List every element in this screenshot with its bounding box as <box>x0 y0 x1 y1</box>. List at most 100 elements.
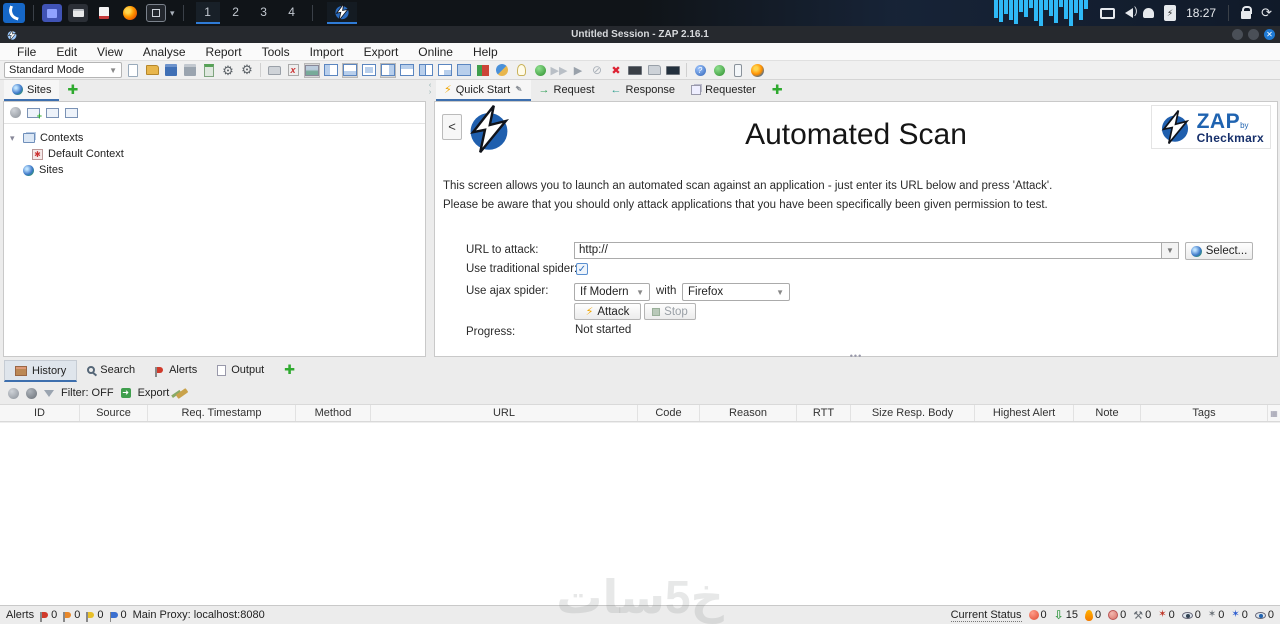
menu-edit[interactable]: Edit <box>47 45 86 59</box>
menu-online[interactable]: Online <box>409 45 462 59</box>
workspace-app-icon[interactable] <box>42 4 62 22</box>
ajax-spider-select[interactable]: If Modern ▼ <box>574 283 650 301</box>
tab-requester[interactable]: Requester <box>683 80 764 101</box>
new-session-icon[interactable] <box>125 63 141 78</box>
status-proxy-eye[interactable]: 0 <box>1181 609 1201 621</box>
pin-icon[interactable]: ✒ <box>512 83 525 97</box>
layout-full-icon[interactable] <box>456 63 472 78</box>
menu-view[interactable]: View <box>88 45 132 59</box>
filter-funnel-icon[interactable] <box>44 389 54 397</box>
scope-toggle-icon[interactable] <box>8 387 19 399</box>
status-fuzzer[interactable]: 0 <box>1084 609 1101 621</box>
tree-item-default-context[interactable]: ✱ Default Context <box>10 146 425 162</box>
text-editor-icon[interactable] <box>94 4 114 22</box>
status-access-control[interactable]: ⚒ 0 <box>1133 609 1151 622</box>
mode-select[interactable]: Standard Mode ▼ <box>4 62 122 78</box>
layout-left-icon[interactable] <box>323 63 339 78</box>
volume-icon[interactable] <box>1125 6 1137 18</box>
tab-history[interactable]: History <box>4 360 78 382</box>
layout-compact-icon[interactable] <box>361 63 377 78</box>
file-manager-icon[interactable] <box>68 4 88 22</box>
window-titlebar[interactable]: Untitled Session - ZAP 2.16.1 ✕ <box>0 26 1280 43</box>
clear-broom-icon[interactable] <box>176 387 189 399</box>
battery-icon[interactable]: ⚡ <box>1164 5 1177 21</box>
add-tab-button[interactable]: ✚ <box>764 80 791 101</box>
open-session-icon[interactable] <box>144 63 160 78</box>
layout-right-icon[interactable] <box>380 62 396 78</box>
persist-session-icon[interactable] <box>201 63 217 78</box>
maximize-button[interactable] <box>1248 29 1259 40</box>
display-icon[interactable] <box>1100 7 1116 19</box>
menu-analyse[interactable]: Analyse <box>134 45 195 59</box>
status-spider-red[interactable]: ✶ 0 <box>1158 609 1175 621</box>
tab-alerts[interactable]: Alerts <box>145 360 207 382</box>
status-active-scan[interactable]: 0 <box>1028 609 1047 621</box>
tree-expander-icon[interactable]: ▾ <box>10 133 18 144</box>
delete-session-icon[interactable]: x <box>285 63 301 78</box>
notifications-icon[interactable] <box>1143 8 1155 18</box>
zap-taskbar-icon[interactable] <box>326 2 357 24</box>
hint-bulb-icon[interactable] <box>513 63 529 78</box>
attack-button[interactable]: ⚡ Attack <box>574 303 641 320</box>
tab-output[interactable]: Output <box>207 360 274 382</box>
status-spider-gray[interactable]: ✶ 0 <box>1208 609 1225 621</box>
menu-export[interactable]: Export <box>355 45 408 59</box>
import-context-icon[interactable] <box>46 107 59 118</box>
menu-file[interactable]: File <box>8 45 45 59</box>
menu-report[interactable]: Report <box>197 45 251 59</box>
update-icon[interactable] <box>711 63 727 78</box>
tab-sites[interactable]: Sites <box>4 80 60 101</box>
tab-quick-start[interactable]: ⚡ Quick Start ✒ <box>436 80 531 101</box>
export-context-icon[interactable] <box>65 107 78 118</box>
col-method[interactable]: Method <box>296 405 371 421</box>
status-passive-eye[interactable]: 0 <box>1254 609 1274 621</box>
alert-count-yellow[interactable]: 0 <box>86 609 104 622</box>
keyboard-icon[interactable] <box>627 63 643 78</box>
screenshot-tool-icon[interactable] <box>146 4 166 22</box>
console-icon[interactable] <box>665 63 681 78</box>
col-source[interactable]: Source <box>80 405 148 421</box>
session-properties-icon[interactable]: ⚙ <box>220 63 236 78</box>
col-id[interactable]: ID <box>0 405 80 421</box>
url-dropdown-caret[interactable]: ▼ <box>1162 242 1179 259</box>
screenshot-icon[interactable] <box>304 62 320 78</box>
layout-top-icon[interactable] <box>399 63 415 78</box>
session-manage-icon[interactable] <box>266 63 282 78</box>
alert-count-orange[interactable]: 0 <box>63 609 80 622</box>
alert-count-red[interactable]: 0 <box>40 609 57 622</box>
tab-response[interactable]: ← Response <box>603 80 684 101</box>
tab-request[interactable]: → Request <box>531 80 603 101</box>
menu-tools[interactable]: Tools <box>253 45 299 59</box>
scope-toggle-dark-icon[interactable] <box>26 387 37 399</box>
record-icon[interactable] <box>532 63 548 78</box>
col-note[interactable]: Note <box>1074 405 1141 421</box>
power-icon[interactable]: ⟳ <box>1261 5 1272 21</box>
workspace-3-button[interactable]: 3 <box>252 2 276 24</box>
layout-split-icon[interactable] <box>418 63 434 78</box>
column-picker-icon[interactable]: ▦ <box>1268 405 1280 421</box>
mobile-icon[interactable] <box>730 63 746 78</box>
alert-count-blue[interactable]: 0 <box>109 609 127 622</box>
spider-ball-icon[interactable] <box>494 63 510 78</box>
target-scope-icon[interactable] <box>10 107 21 118</box>
menu-help[interactable]: Help <box>464 45 507 59</box>
layout-bottom-icon[interactable] <box>342 62 358 78</box>
menu-import[interactable]: Import <box>301 45 353 59</box>
browser-select[interactable]: Firefox ▼ <box>682 283 790 301</box>
col-highest-alert[interactable]: Highest Alert <box>975 405 1074 421</box>
col-req-timestamp[interactable]: Req. Timestamp <box>148 405 296 421</box>
save-session-icon[interactable] <box>163 63 179 78</box>
minimize-button[interactable] <box>1232 29 1243 40</box>
layout-corner-icon[interactable] <box>437 63 453 78</box>
options-icon[interactable]: ⚙ <box>239 62 255 78</box>
add-tab-button[interactable]: ✚ <box>59 80 86 101</box>
kali-menu-icon[interactable] <box>3 3 25 23</box>
status-force-browse[interactable]: 0 <box>1108 609 1126 621</box>
tab-search[interactable]: Search <box>77 360 145 382</box>
col-reason[interactable]: Reason <box>700 405 797 421</box>
new-context-icon[interactable] <box>27 107 42 121</box>
export-icon[interactable]: ➜ <box>120 388 131 398</box>
lock-icon[interactable] <box>1241 6 1253 19</box>
select-button[interactable]: Select... <box>1185 242 1253 260</box>
close-button[interactable]: ✕ <box>1264 29 1275 40</box>
